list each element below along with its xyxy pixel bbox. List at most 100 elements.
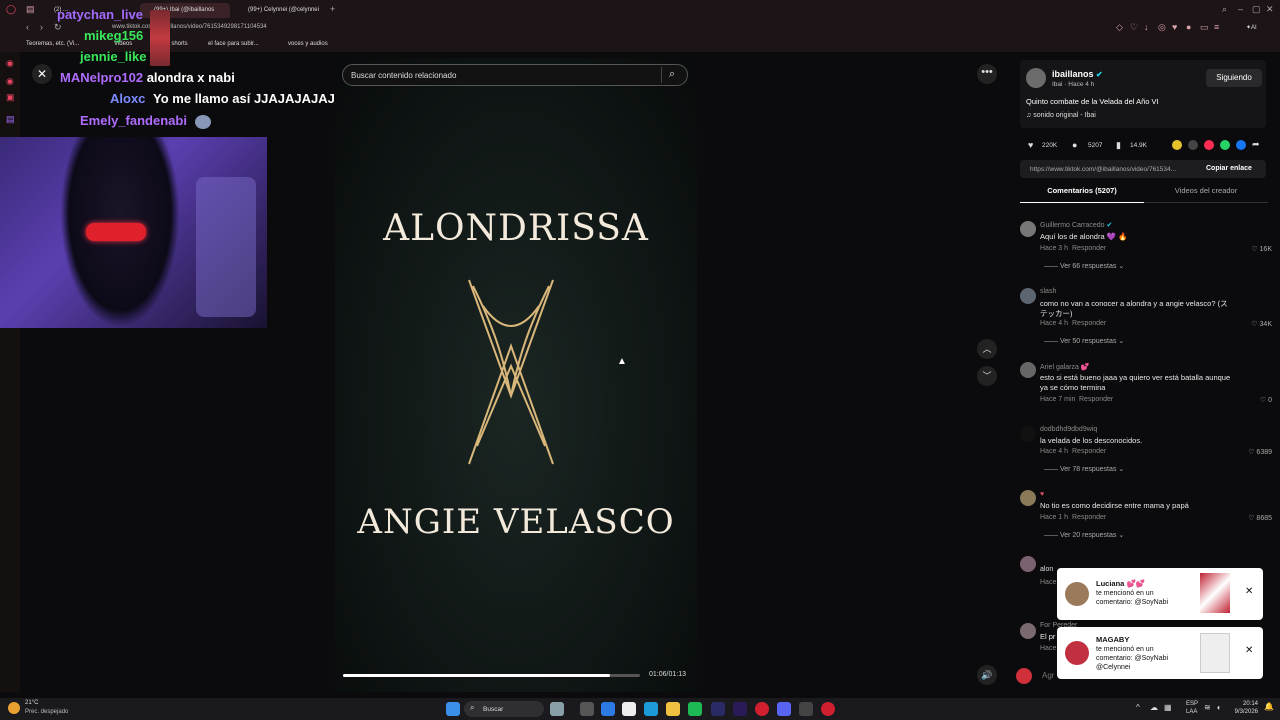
opera-gx-icon[interactable] [821, 702, 835, 716]
comment-author[interactable]: slash [1040, 288, 1056, 295]
copy-link-button[interactable]: Copiar enlace [1206, 165, 1252, 172]
avatar[interactable] [1020, 623, 1036, 639]
chat-icon[interactable]: ▭ [1200, 22, 1209, 33]
bookmark-item[interactable]: Teoremas, etc. (Vi... [26, 41, 79, 47]
opera-logo-icon[interactable]: ◯ [6, 4, 16, 15]
windows-start-icon[interactable] [446, 702, 460, 716]
avatar[interactable] [1020, 490, 1036, 506]
avatar[interactable] [1020, 362, 1036, 378]
reply-button[interactable]: Responder [1072, 514, 1106, 521]
comment-input[interactable]: Agr [1042, 671, 1054, 680]
profile-icon[interactable]: ● [1186, 22, 1191, 32]
tray-chevron-icon[interactable]: ^ [1136, 703, 1140, 712]
aria-ai-label[interactable]: ✦AI [1246, 24, 1257, 31]
reply-button[interactable]: Responder [1079, 396, 1113, 403]
share-tiktok-icon[interactable] [1204, 140, 1214, 150]
speaker-icon[interactable]: ◖ [1216, 703, 1221, 712]
whatsapp-icon[interactable] [1220, 140, 1230, 150]
mention-notification[interactable]: Luciana 💕💕 te mencionó en un comentario:… [1057, 568, 1263, 620]
sidebar-messenger-icon[interactable]: ◉ [6, 76, 14, 87]
task-view-icon[interactable] [580, 702, 594, 716]
view-replies[interactable]: —— Ver 66 respuestas ⌄ [1044, 262, 1124, 270]
after-effects-icon[interactable] [711, 702, 725, 716]
new-tab-icon[interactable]: + [330, 4, 335, 14]
tab-menu-icon[interactable]: ▤ [26, 4, 35, 15]
avatar[interactable] [1020, 556, 1036, 572]
comment-author[interactable]: ♥ [1040, 491, 1044, 498]
comment-author[interactable]: Ariel galarza 💕 [1040, 363, 1090, 371]
file-explorer-icon[interactable] [666, 702, 680, 716]
view-replies[interactable]: —— Ver 50 respuestas ⌄ [1044, 337, 1124, 345]
store-icon[interactable] [622, 702, 636, 716]
avatar[interactable] [1020, 288, 1036, 304]
close-icon[interactable]: ✕ [1245, 586, 1253, 597]
close-window-icon[interactable]: ✕ [1266, 4, 1274, 15]
search-tabs-icon[interactable]: ⌕ [1222, 4, 1227, 15]
bookmark-item[interactable]: voces y audios [288, 41, 328, 47]
tab-comments[interactable]: Comentarios (5207) [1020, 186, 1144, 203]
comment-likes[interactable]: ♡ 8685 [1232, 514, 1272, 522]
volume-icon[interactable]: 🔊 [977, 665, 997, 685]
view-replies[interactable]: —— Ver 78 respuestas ⌄ [1044, 465, 1124, 473]
facebook-icon[interactable] [1236, 140, 1246, 150]
heart-icon[interactable]: ♥ [1172, 22, 1177, 32]
related-search-box[interactable]: Buscar contenido relacionado ⌕ [342, 64, 688, 86]
coin-icon[interactable] [1172, 140, 1182, 150]
save-icon[interactable]: ▮ [1116, 140, 1121, 151]
share-icon[interactable]: ➦ [1252, 139, 1260, 150]
sidebar-instagram-icon[interactable]: ◉ [6, 58, 14, 69]
premiere-icon[interactable] [733, 702, 747, 716]
author-name[interactable]: ibaillanos ✔ [1052, 69, 1103, 79]
bookmark-item[interactable]: el face para subir... [208, 41, 259, 47]
minimize-icon[interactable]: – [1238, 4, 1243, 14]
bookmark-icon[interactable]: ♡ [1130, 22, 1138, 33]
clock-time[interactable]: 20:14 [1232, 701, 1258, 707]
video-player[interactable]: ALONDRISSA ANGIE VELASCO 01:06/01:13 [335, 58, 697, 692]
reply-button[interactable]: Responder [1072, 320, 1106, 327]
sidebar-twitch-icon[interactable]: ▤ [6, 114, 15, 125]
mention-notification[interactable]: MAGABY te mencionó en un comentario: @So… [1057, 627, 1263, 679]
comment-likes[interactable]: ♡ 16K [1232, 245, 1272, 253]
close-icon[interactable]: ✕ [32, 64, 52, 84]
back-icon[interactable]: ‹ [26, 22, 29, 32]
notification-bell-icon[interactable]: 🔔 [1264, 702, 1274, 711]
wifi-icon[interactable]: ≋ [1204, 703, 1211, 712]
following-button[interactable]: Siguiendo [1206, 69, 1262, 87]
embed-icon[interactable] [1188, 140, 1198, 150]
video-link[interactable]: https://www.tiktok.com/@ibaillanos/video… [1030, 166, 1176, 173]
chevron-up-icon[interactable]: ︿ [977, 339, 997, 359]
tab-creator-videos[interactable]: Videos del creador [1144, 186, 1268, 203]
app-icon[interactable] [601, 702, 615, 716]
view-replies[interactable]: —— Ver 20 respuestas ⌄ [1044, 531, 1124, 539]
extension-icon[interactable]: ◇ [1116, 22, 1123, 33]
avatar[interactable] [1026, 68, 1046, 88]
edge-icon[interactable] [644, 702, 658, 716]
obs-icon[interactable] [799, 702, 813, 716]
spotify-icon[interactable] [688, 702, 702, 716]
onedrive-icon[interactable]: ☁ [1150, 703, 1158, 712]
comment-likes[interactable]: ♡ 0 [1232, 396, 1272, 404]
more-options-icon[interactable]: ••• [977, 64, 997, 84]
download-icon[interactable]: ↓ [1144, 22, 1149, 32]
sidebar-app-icon[interactable]: ▣ [6, 92, 15, 103]
menu-icon[interactable]: ≡ [1214, 22, 1219, 32]
tab-celynnei[interactable]: (99+) Celynnei (@celynnei [234, 3, 326, 18]
comment-author[interactable]: Guillermo Carracedo ✔ [1040, 221, 1112, 229]
avatar[interactable] [1020, 426, 1036, 442]
reload-icon[interactable]: ↻ [54, 22, 62, 33]
search-input[interactable]: Buscar contenido relacionado [351, 71, 456, 80]
comment-icon[interactable]: ● [1072, 140, 1077, 150]
comment-author[interactable]: alon [1040, 566, 1053, 573]
avatar[interactable] [1020, 221, 1036, 237]
reply-button[interactable]: Responder [1072, 448, 1106, 455]
forward-icon[interactable]: › [40, 22, 43, 32]
weather-icon[interactable] [8, 702, 20, 714]
network-icon[interactable]: ▦ [1164, 703, 1172, 712]
comment-likes[interactable]: ♡ 34K [1232, 320, 1272, 328]
discord-icon[interactable] [777, 702, 791, 716]
comment-likes[interactable]: ♡ 6389 [1232, 448, 1272, 456]
taskbar-search[interactable]: ⌕ Buscar [464, 701, 544, 717]
progress-bar[interactable] [343, 674, 640, 677]
comment-author[interactable]: dodbdhd9dbd9wiq [1040, 426, 1097, 433]
maximize-icon[interactable]: ▢ [1252, 4, 1261, 15]
